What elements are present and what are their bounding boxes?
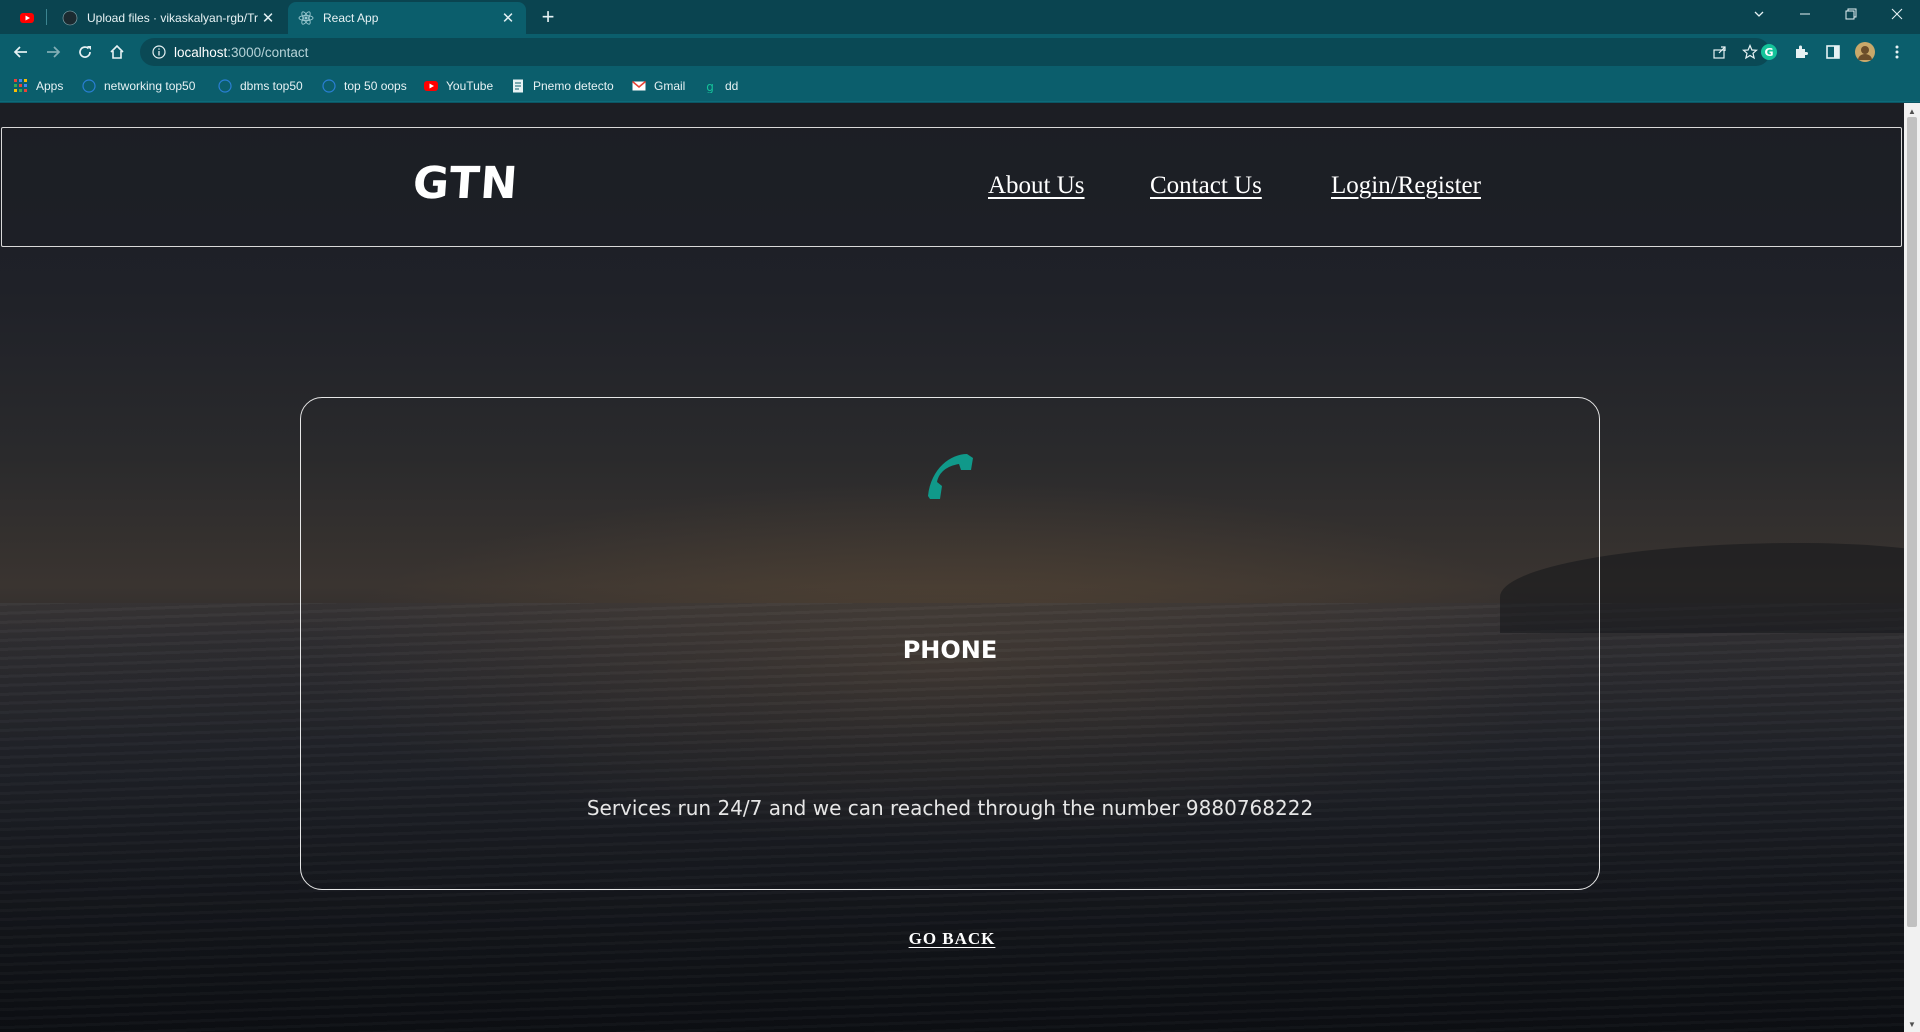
contact-card-title: PHONE (902, 636, 998, 664)
svg-text:G: G (1764, 46, 1773, 59)
close-window-button[interactable] (1874, 0, 1920, 28)
bookmark-apps[interactable]: Apps (14, 76, 63, 96)
tab-youtube[interactable] (8, 2, 46, 34)
react-icon (298, 11, 314, 25)
extensions-button[interactable] (1789, 40, 1813, 64)
scroll-down-arrow-icon[interactable]: ▼ (1904, 1016, 1920, 1032)
bookmark-label: top 50 oops (344, 79, 407, 93)
url-host: localhost (174, 44, 228, 60)
bookmark-pnemo-detecto[interactable]: Pnemo detecto (511, 76, 614, 96)
apps-grid-icon (14, 79, 27, 92)
arrow-left-icon (13, 46, 27, 58)
contact-card-text: Services run 24/7 and we can reached thr… (586, 796, 1314, 820)
bookmarks-bar: Apps networking top50 dbms top50 top 50 … (0, 70, 1920, 102)
profile-avatar[interactable] (1853, 40, 1877, 64)
restore-button[interactable] (1828, 0, 1874, 28)
grammarly-extension-button[interactable]: G (1757, 40, 1781, 64)
gmail-icon (632, 80, 646, 91)
document-icon (513, 79, 523, 93)
youtube-icon (20, 13, 34, 23)
browser-menu-button[interactable] (1885, 40, 1909, 64)
globe-icon (218, 79, 232, 93)
site-info-icon[interactable] (152, 45, 166, 59)
bookmark-gmail[interactable]: Gmail (632, 76, 685, 96)
tab-title: Upload files · vikaskalyan-rgb/Tra (87, 11, 258, 25)
reload-icon (79, 46, 91, 58)
avatar-icon (1855, 42, 1875, 62)
globe-icon (82, 79, 96, 93)
phone-icon (928, 454, 973, 499)
home-button[interactable] (105, 40, 129, 64)
browser-toolbar: localhost:3000/contact G (0, 34, 1920, 70)
minimize-button[interactable] (1782, 0, 1828, 28)
bookmark-label: dbms top50 (240, 79, 303, 93)
grammarly-icon: G (1761, 44, 1777, 60)
side-panel-icon (1826, 45, 1840, 59)
bookmark-networking-top50[interactable]: networking top50 (82, 76, 195, 96)
site-header: GTN About Us Contact Us Login/Register (1, 127, 1902, 247)
bookmark-star-icon[interactable] (1742, 44, 1758, 60)
svg-text:g: g (706, 80, 714, 93)
bookmark-top-50-oops[interactable]: top 50 oops (322, 76, 407, 96)
bookmark-label: networking top50 (104, 79, 196, 93)
bookmark-dd[interactable]: g dd (703, 76, 738, 96)
tab-upload-files[interactable]: Upload files · vikaskalyan-rgb/Tra ✕ (52, 2, 286, 34)
globe-icon (322, 79, 336, 93)
nav-about-us[interactable]: About Us (988, 172, 1085, 200)
tab-separator (46, 9, 47, 25)
share-icon[interactable] (1712, 44, 1728, 60)
url-path: :3000/contact (227, 44, 309, 60)
contact-card: PHONE Services run 24/7 and we can reach… (300, 397, 1600, 890)
bookmark-label: Gmail (654, 79, 686, 93)
reload-button[interactable] (73, 40, 97, 64)
bookmark-label: Apps (36, 79, 64, 93)
site-logo[interactable]: GTN (411, 158, 520, 209)
side-panel-button[interactable] (1821, 40, 1845, 64)
scrollbar-thumb[interactable] (1907, 117, 1917, 927)
new-tab-button[interactable]: + (536, 6, 560, 30)
close-tab-icon[interactable]: ✕ (258, 8, 278, 28)
home-icon (110, 44, 124, 59)
nav-login-register[interactable]: Login/Register (1331, 172, 1481, 200)
youtube-icon (424, 81, 438, 91)
bookmark-label: Pnemo detecto (533, 79, 614, 93)
forward-button[interactable] (41, 40, 65, 64)
bookmark-dbms-top50[interactable]: dbms top50 (218, 76, 303, 96)
page-scrollbar[interactable]: ▲ ▼ (1904, 103, 1920, 1032)
tab-title: React App (323, 11, 379, 25)
go-back-link[interactable]: GO BACK (0, 929, 1904, 949)
page-viewport: GTN About Us Contact Us Login/Register P… (0, 103, 1904, 1032)
grammarly-icon: g (706, 80, 714, 93)
back-button[interactable] (9, 40, 33, 64)
nav-contact-us[interactable]: Contact Us (1150, 172, 1262, 200)
browser-tab-strip: Upload files · vikaskalyan-rgb/Tra ✕ Rea… (0, 0, 1920, 34)
tab-react-app[interactable]: React App ✕ (288, 2, 526, 34)
bookmark-label: YouTube (446, 79, 494, 93)
github-icon (62, 10, 78, 26)
close-tab-icon[interactable]: ✕ (498, 8, 518, 28)
bookmark-label: dd (725, 79, 739, 93)
address-bar[interactable]: localhost:3000/contact (140, 38, 1770, 66)
puzzle-icon (1796, 45, 1808, 58)
tab-search-icon[interactable] (1736, 0, 1782, 28)
more-vertical-icon (1895, 45, 1899, 59)
bookmark-youtube[interactable]: YouTube (424, 76, 493, 96)
arrow-right-icon (47, 46, 61, 58)
